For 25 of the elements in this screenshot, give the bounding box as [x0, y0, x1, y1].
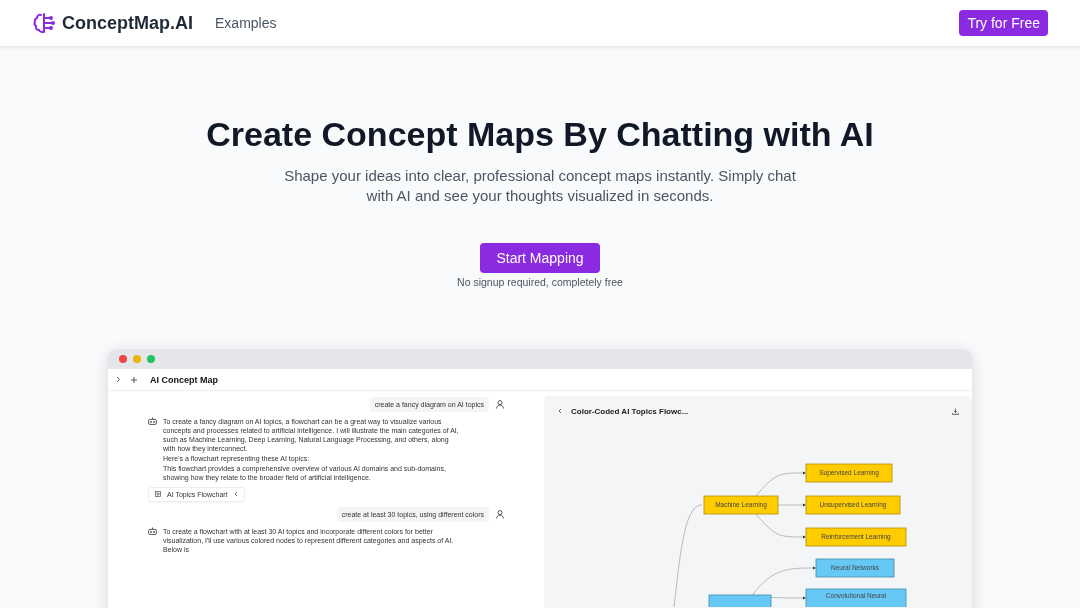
brand-name[interactable]: ConceptMap.AI [62, 12, 193, 34]
connector-arrow [755, 471, 806, 497]
close-dot-icon [119, 355, 127, 363]
plus-icon[interactable] [131, 376, 137, 383]
back-chevron-icon[interactable] [558, 408, 562, 414]
minimize-dot-icon [133, 355, 141, 363]
nav-link[interactable]: Examples [215, 15, 277, 31]
connector-arrow [755, 513, 806, 539]
maximize-dot-icon [147, 355, 155, 363]
hero-subtitle: Shape your ideas into clear, professional concept maps instantly. Simply chat with AI and see your thoughts visualized in seconds. [283, 166, 797, 206]
preview-title: Color-Coded AI Topics Flowc... [571, 406, 689, 416]
hero-title: Create Concept Maps By Chatting with AI [206, 114, 874, 155]
user-icon [496, 509, 504, 519]
chevron-left-icon [233, 491, 238, 497]
robot-icon [148, 526, 157, 535]
map-title: AI Concept Map [150, 374, 218, 385]
robot-icon [148, 417, 157, 425]
user-icon [496, 400, 504, 409]
brain-logo-icon [32, 11, 56, 35]
signup-note: No signup required, completely free [457, 276, 623, 288]
grid-icon [155, 491, 161, 497]
try-for-free-button[interactable]: Try for Free [959, 10, 1048, 36]
start-mapping-button[interactable]: Start Mapping [480, 243, 600, 273]
chevron-right-icon[interactable] [116, 376, 121, 383]
download-icon[interactable] [952, 407, 959, 415]
